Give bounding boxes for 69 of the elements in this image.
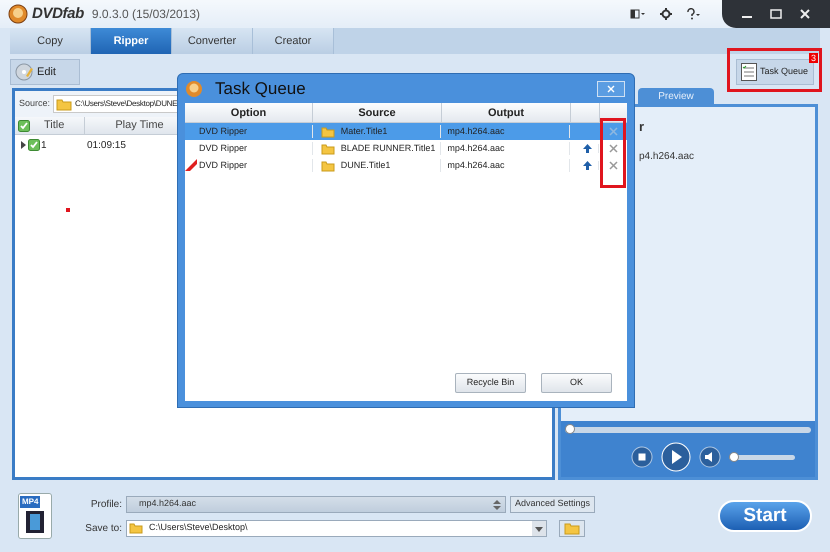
table-cell: mp4.h264.aac [441, 158, 570, 172]
table-cell-text: BLADE RUNNER.Title1 [340, 142, 436, 155]
volume-slider[interactable] [729, 454, 795, 460]
column-header: Title [44, 118, 64, 134]
column-header: Output [442, 103, 571, 122]
disc-icon [15, 63, 33, 81]
queue-row[interactable]: DVD Ripper Mater.Title1 mp4.h264.aac [185, 123, 627, 140]
mode-tab[interactable]: Copy [10, 28, 91, 54]
expand-icon[interactable] [19, 141, 27, 149]
settings-icon[interactable] [660, 8, 672, 20]
slider-thumb[interactable] [565, 424, 575, 434]
folder-icon [320, 126, 335, 138]
folder-icon [320, 142, 335, 154]
folder-icon [564, 522, 580, 534]
start-button[interactable]: Start [718, 500, 812, 532]
maximize-icon[interactable] [770, 8, 782, 20]
film-icon [25, 510, 45, 534]
mode-tab[interactable]: Ripper [91, 28, 172, 54]
column-header: Option [185, 103, 313, 122]
field-label: Save to: [84, 522, 122, 536]
checkbox[interactable] [28, 139, 40, 151]
checkbox[interactable] [18, 120, 30, 132]
panel-heading: r [639, 118, 646, 136]
highlight-frame [600, 118, 626, 188]
logo-icon [8, 4, 28, 24]
slider-thumb[interactable] [729, 452, 739, 462]
table-cell-text: 1 [41, 138, 47, 152]
mode-tab[interactable]: Converter [172, 28, 253, 54]
table-cell-text: 01:09:15 [86, 138, 126, 152]
logo-icon [185, 80, 203, 98]
stop-button[interactable] [631, 446, 653, 468]
volume-button[interactable] [699, 446, 721, 468]
edit-button[interactable]: Edit [10, 59, 80, 85]
spinner-icon [493, 500, 501, 510]
count-badge: 3 [809, 53, 818, 63]
folder-icon [129, 522, 143, 534]
folder-icon [320, 160, 335, 172]
version-label: 9.0.3.0 (15/03/2013) [92, 6, 200, 23]
help-menu-icon[interactable] [686, 8, 702, 20]
delete-icon[interactable] [608, 144, 618, 153]
close-icon[interactable] [799, 8, 812, 20]
dialog-button[interactable]: Recycle Bin [455, 373, 526, 393]
table-cell-text: Mater.Title1 [340, 124, 388, 138]
profile-dropdown[interactable]: mp4.h264.aac [126, 496, 506, 512]
table-cell: mp4.h264.aac [441, 142, 570, 156]
checklist-icon [741, 63, 757, 81]
table-cell: DVD Ripper [185, 142, 313, 156]
table-cell-text: DUNE.Title1 [340, 158, 390, 172]
mode-tab[interactable]: Creator [253, 28, 334, 54]
app-logo: DVDfab [32, 4, 84, 24]
table-cell: mp4.h264.aac [441, 124, 570, 138]
dialog-button[interactable]: OK [541, 373, 612, 393]
play-button[interactable] [661, 442, 691, 472]
column-header: Source [313, 103, 442, 122]
new-ribbon-icon [185, 159, 197, 171]
advanced-settings-button[interactable]: Advanced Settings [510, 496, 596, 512]
table-cell: DVD Ripper [185, 124, 313, 138]
profile-text: p4.h264.aac [639, 150, 696, 164]
close-button[interactable] [597, 80, 625, 96]
delete-icon[interactable] [608, 161, 618, 170]
dialog-title: Task Queue [215, 78, 306, 100]
seek-slider[interactable] [565, 427, 811, 433]
source-label: Source: [19, 97, 50, 110]
folder-icon [56, 97, 72, 111]
field-label: Profile: [90, 498, 122, 512]
mp4-file-icon: MP4 [18, 493, 52, 539]
save-path-field[interactable]: C:\Users\Steve\Desktop\ [126, 520, 547, 536]
layout-menu-icon[interactable] [630, 8, 646, 20]
close-icon [607, 84, 615, 92]
